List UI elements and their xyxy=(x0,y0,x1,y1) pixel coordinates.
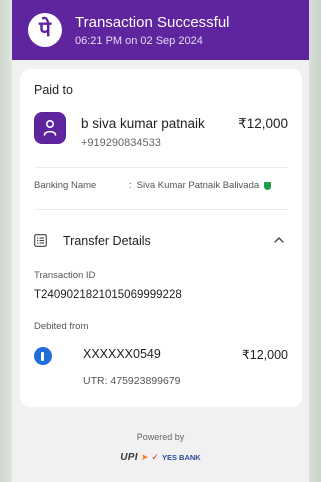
debited-account: XXXXXX0549 xyxy=(83,347,161,361)
transaction-card: Paid to b siva kumar patnaik +9192908345… xyxy=(20,69,302,407)
transaction-id-value[interactable]: T2409021821015069999228 xyxy=(34,289,182,301)
payee-avatar xyxy=(34,112,66,144)
yes-bank-logo: YES BANK xyxy=(161,453,201,462)
logo-glyph: पे xyxy=(39,16,51,41)
utr-number[interactable]: UTR: 475923899679 xyxy=(83,375,181,387)
banking-name-text: Siva Kumar Patnaik Balivada xyxy=(136,180,260,191)
bank-logo-icon xyxy=(34,347,52,365)
transfer-details-title[interactable]: Transfer Details xyxy=(63,234,151,248)
document-icon xyxy=(34,234,47,247)
verified-shield-icon xyxy=(264,181,272,190)
phonepe-logo: पे xyxy=(28,13,62,47)
payment-partners: UPI ➤ ✓ YES BANK xyxy=(12,452,309,463)
yes-bank-tick-icon: ✓ xyxy=(151,452,159,462)
upi-logo: UPI xyxy=(120,452,138,463)
banking-name-value: : Siva Kumar Patnaik Balivada xyxy=(129,180,272,191)
page-title: Transaction Successful xyxy=(75,14,230,31)
powered-by-label: Powered by xyxy=(136,432,185,442)
app-frame: पे Transaction Successful 06:21 PM on 02… xyxy=(12,0,309,482)
transaction-id-label: Transaction ID xyxy=(34,270,96,281)
person-icon xyxy=(43,119,57,136)
divider xyxy=(34,209,288,210)
status-header: पे Transaction Successful 06:21 PM on 02… xyxy=(12,0,309,60)
debited-from-label: Debited from xyxy=(34,321,89,332)
debited-amount: ₹12,000 xyxy=(241,348,288,362)
payee-name[interactable]: b siva kumar patnaik xyxy=(81,116,205,131)
banking-separator: : xyxy=(129,180,132,191)
divider xyxy=(34,167,288,168)
paid-amount: ₹12,000 xyxy=(238,116,288,131)
banking-name-label: Banking Name xyxy=(34,180,97,191)
transaction-timestamp: 06:21 PM on 02 Sep 2024 xyxy=(75,35,203,47)
paid-to-label: Paid to xyxy=(34,83,73,97)
upi-arrow-icon: ➤ xyxy=(140,452,149,462)
chevron-up-icon[interactable] xyxy=(272,233,286,247)
payee-phone: +919290834533 xyxy=(81,137,161,149)
